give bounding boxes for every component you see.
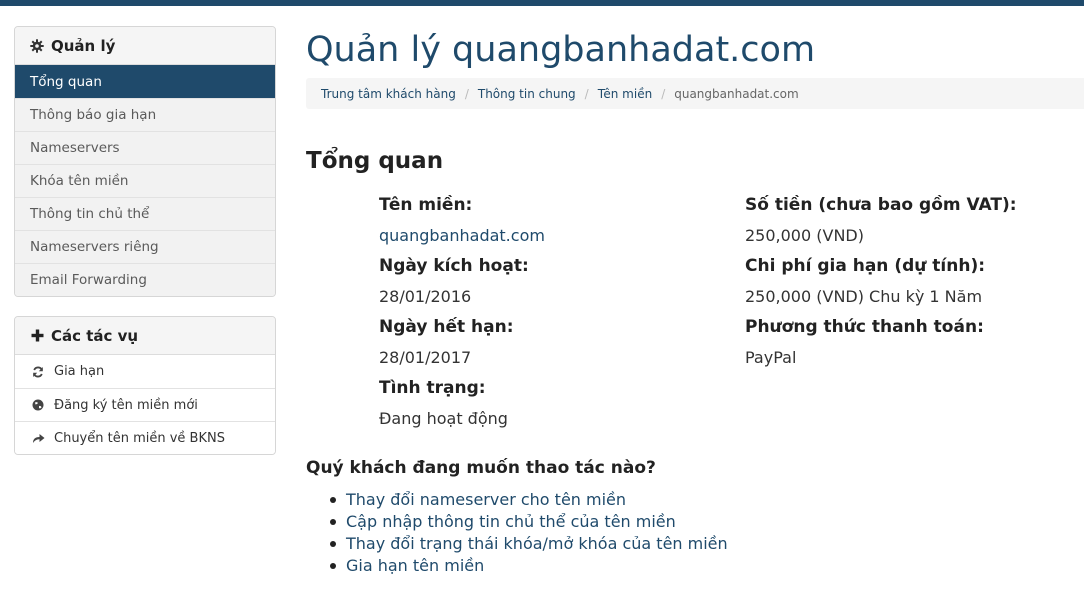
overview-heading: Tổng quan: [306, 148, 444, 174]
manage-nav: Tổng quan Thông báo gia hạn Nameservers …: [15, 65, 275, 296]
task-register-domain-label: Đăng ký tên miền mới: [54, 397, 198, 413]
breadcrumb-domains[interactable]: Tên miền: [598, 87, 652, 101]
breadcrumb-separator: /: [661, 86, 666, 101]
share-arrow-icon: [31, 432, 45, 444]
page-title: Quản lý quangbanhadat.com: [306, 30, 816, 70]
expiry-date-label: Ngày hết hạn:: [379, 317, 514, 337]
expiry-date-value: 28/01/2017: [379, 348, 472, 367]
globe-icon: [31, 399, 45, 411]
sidebar-item-email-forwarding[interactable]: Email Forwarding: [15, 263, 275, 296]
activation-date-value: 28/01/2016: [379, 287, 472, 306]
payment-method-label: Phương thức thanh toán:: [745, 317, 984, 337]
manage-panel-title: Quản lý: [51, 36, 116, 55]
renewal-cost-value: 250,000 (VND) Chu kỳ 1 Năm: [745, 287, 983, 306]
sidebar-item-registrant-info[interactable]: Thông tin chủ thể: [15, 197, 275, 230]
tasks-panel-title: Các tác vụ: [51, 326, 139, 345]
task-transfer-domain-label: Chuyển tên miền về BKNS: [54, 430, 225, 446]
breadcrumb-current: quangbanhadat.com: [674, 86, 799, 101]
status-value: Đang hoạt động: [379, 409, 508, 428]
action-update-registrant[interactable]: Cập nhập thông tin chủ thể của tên miền: [330, 511, 728, 533]
manage-panel: Quản lý Tổng quan Thông báo gia hạn Name…: [14, 26, 276, 297]
quick-actions-list: Thay đổi nameserver cho tên miền Cập nhậ…: [330, 489, 728, 577]
payment-method-value: PayPal: [745, 348, 797, 367]
tasks-panel-header: Các tác vụ: [15, 317, 275, 355]
top-accent-bar: [0, 0, 1084, 6]
task-renew[interactable]: Gia hạn: [15, 355, 275, 388]
task-transfer-domain[interactable]: Chuyển tên miền về BKNS: [15, 421, 275, 454]
overview-right-column: Số tiền (chưa bao gồm VAT): 250,000 (VND…: [745, 193, 1017, 376]
quick-actions-question: Quý khách đang muốn thao tác nào?: [306, 458, 656, 478]
domain-name-value[interactable]: quangbanhadat.com: [379, 224, 545, 254]
breadcrumb-separator: /: [584, 86, 589, 101]
breadcrumb: Trung tâm khách hàng / Thông tin chung /…: [306, 78, 1084, 109]
task-renew-label: Gia hạn: [54, 364, 105, 379]
status-label: Tình trạng:: [379, 378, 486, 398]
tasks-list: Gia hạn Đăng ký tên miền mới Chuyển tên …: [15, 355, 275, 454]
sidebar-item-renewal-notice[interactable]: Thông báo gia hạn: [15, 98, 275, 131]
sidebar-item-domain-lock[interactable]: Khóa tên miền: [15, 164, 275, 197]
manage-panel-header: Quản lý: [15, 27, 275, 65]
sidebar-item-nameservers[interactable]: Nameservers: [15, 131, 275, 164]
breadcrumb-client-area[interactable]: Trung tâm khách hàng: [321, 87, 456, 101]
action-toggle-lock[interactable]: Thay đổi trạng thái khóa/mở khóa của tên…: [330, 533, 728, 555]
gear-icon: [29, 38, 45, 53]
action-renew-domain[interactable]: Gia hạn tên miền: [330, 555, 728, 577]
breadcrumb-general-info[interactable]: Thông tin chung: [478, 87, 576, 101]
refresh-icon: [31, 366, 45, 378]
renewal-cost-label: Chi phí gia hạn (dự tính):: [745, 256, 986, 276]
amount-label: Số tiền (chưa bao gồm VAT):: [745, 195, 1017, 215]
amount-value: 250,000 (VND): [745, 226, 864, 245]
sidebar-item-overview[interactable]: Tổng quan: [15, 65, 275, 98]
action-change-nameserver[interactable]: Thay đổi nameserver cho tên miền: [330, 489, 728, 511]
sidebar-item-private-nameservers[interactable]: Nameservers riêng: [15, 230, 275, 263]
breadcrumb-separator: /: [464, 86, 469, 101]
task-register-domain[interactable]: Đăng ký tên miền mới: [15, 388, 275, 421]
plus-icon: [29, 329, 45, 342]
domain-name-label: Tên miền:: [379, 195, 473, 215]
activation-date-label: Ngày kích hoạt:: [379, 256, 529, 276]
overview-left-column: Tên miền: quangbanhadat.com Ngày kích ho…: [379, 193, 545, 437]
tasks-panel: Các tác vụ Gia hạn Đăng ký tên miền mới …: [14, 316, 276, 455]
